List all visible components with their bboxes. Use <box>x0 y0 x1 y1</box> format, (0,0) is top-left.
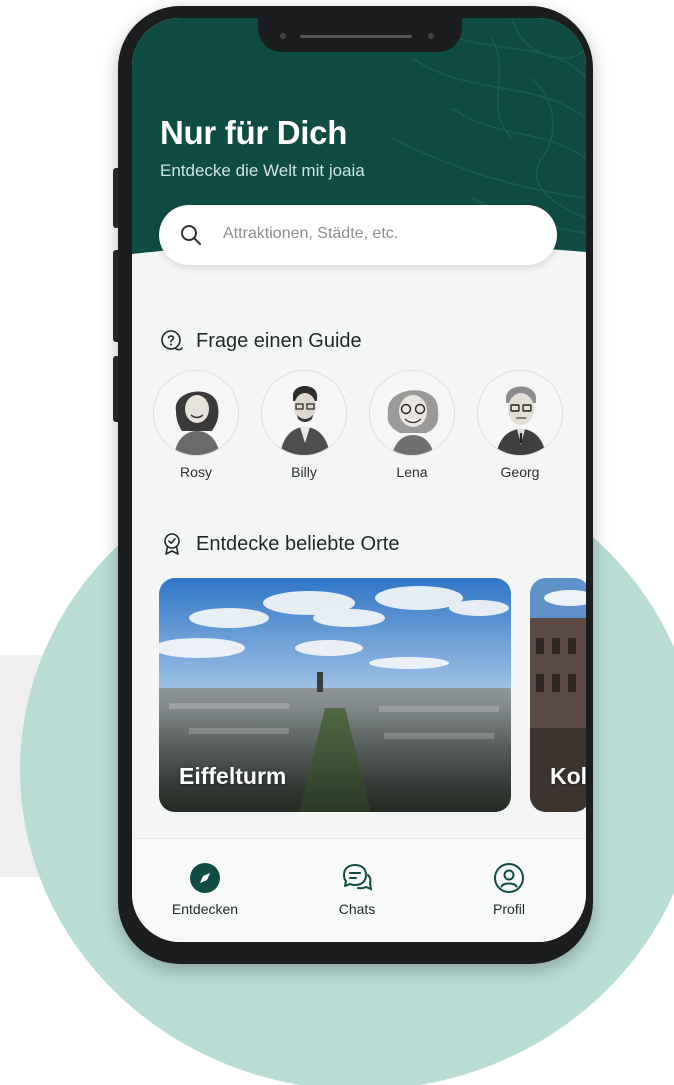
profile-icon <box>494 863 524 893</box>
page-title: Nur für Dich <box>160 114 348 151</box>
page-subtitle: Entdecke die Welt mit joaia <box>160 161 365 180</box>
guides-section-label: Frage einen Guide <box>196 329 362 352</box>
guide-card-billy[interactable]: Billy <box>260 370 348 480</box>
search-icon <box>181 225 201 245</box>
guide-name: Lena <box>396 464 428 480</box>
bottom-navigation: Entdecken Chats Profil <box>132 838 586 942</box>
award-badge-icon <box>164 533 180 555</box>
places-section-label: Entdecke beliebte Orte <box>196 532 400 555</box>
guide-name: Billy <box>291 464 317 480</box>
search-bar[interactable]: Attraktionen, Städte, etc. <box>159 205 557 265</box>
compass-icon <box>190 863 220 893</box>
place-card-kolosseum[interactable]: Kol <box>530 578 586 812</box>
guide-card-lena[interactable]: Lena <box>368 370 456 480</box>
search-input[interactable]: Attraktionen, Städte, etc. <box>223 225 398 243</box>
guide-card-rosy[interactable]: Rosy <box>152 370 240 480</box>
guide-card-georg[interactable]: Georg <box>476 370 564 480</box>
guides-section-title: Frage einen Guide <box>160 329 362 353</box>
guide-name: Rosy <box>180 464 212 480</box>
question-chat-icon <box>161 330 183 351</box>
nav-item-entdecken[interactable]: Entdecken <box>150 861 260 917</box>
guide-name: Georg <box>500 464 540 480</box>
nav-label: Entdecken <box>171 901 239 917</box>
guide-avatar[interactable] <box>153 370 239 456</box>
phone-notch <box>258 18 462 52</box>
places-section-title: Entdecke beliebte Orte <box>160 532 399 556</box>
place-card-eiffelturm[interactable]: Eiffelturm <box>159 578 511 812</box>
nav-label: Chats <box>338 901 376 917</box>
phone-screen: Nur für Dich Entdecke die Welt mit joaia… <box>132 18 586 942</box>
place-label: Kol <box>550 763 586 789</box>
guide-avatar[interactable] <box>477 370 563 456</box>
guide-portrait-woman <box>154 371 238 455</box>
place-label: Eiffelturm <box>179 763 287 789</box>
guide-portrait-older-man <box>478 371 562 455</box>
guide-portrait-older-woman <box>370 371 454 455</box>
chat-bubbles-icon <box>343 864 373 891</box>
places-carousel[interactable]: Eiffelturm Kol <box>159 578 586 812</box>
guide-portrait-man-glasses <box>262 371 346 455</box>
guide-avatar[interactable] <box>261 370 347 456</box>
nav-item-profil[interactable]: Profil <box>454 861 564 917</box>
nav-item-chats[interactable]: Chats <box>302 861 412 917</box>
guide-avatar[interactable] <box>369 370 455 456</box>
nav-label: Profil <box>493 901 525 917</box>
guides-list: Rosy Billy Lena Georg <box>152 370 586 490</box>
